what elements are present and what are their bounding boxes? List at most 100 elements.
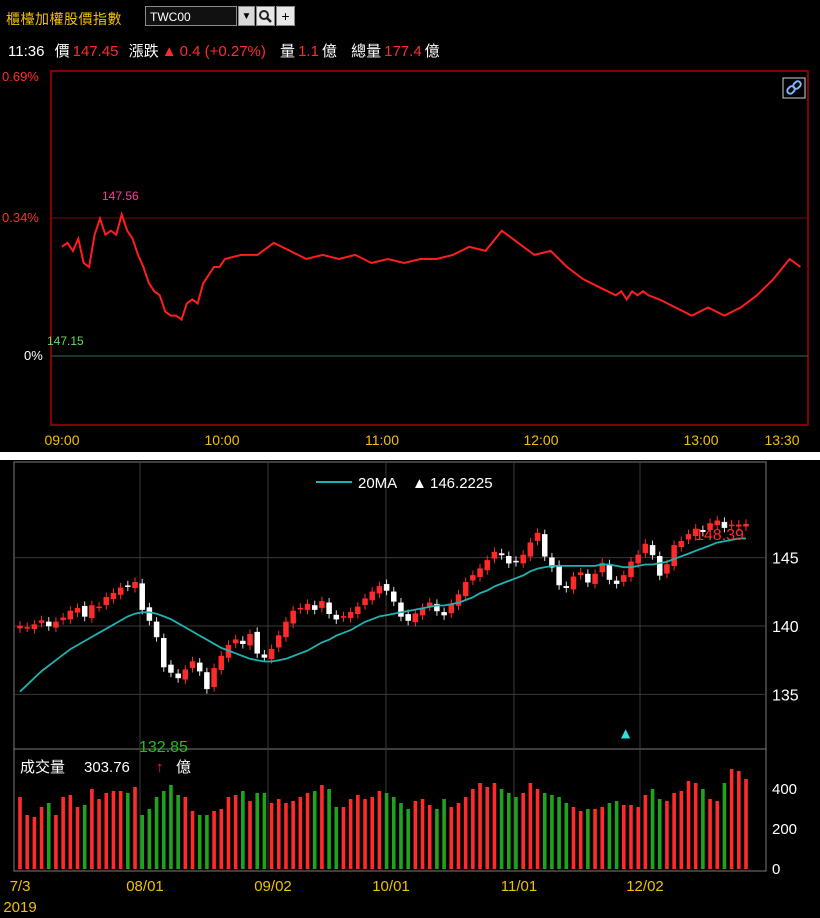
candle-body [484,560,490,571]
candle-body [563,586,570,588]
volume-caption-arrow: ↑ [156,759,164,776]
candle-body [391,591,397,602]
volume-bar [528,783,533,869]
candle-body [743,523,749,527]
intraday-price-line [61,211,801,322]
candle-body [168,664,174,673]
x-tick-1000: 10:00 [204,432,239,448]
candle-body [513,560,519,563]
candle-body [297,607,304,610]
candle-body [635,554,641,564]
candle-body [96,606,102,609]
candle-body [585,573,591,583]
candle-body [268,648,275,660]
candle-body [333,614,340,620]
legend-ma-label: 20MA [358,475,397,492]
candle-body [276,635,282,648]
volume-bar [729,769,734,869]
volume-bar [140,815,144,869]
volume-caption-label: 成交量 [20,758,65,776]
volume-bar [557,797,561,869]
y-tick-mid: 0.34% [2,210,39,225]
candle-body [520,554,526,564]
date-tick-0801: 08/01 [126,878,164,895]
volume-bar [715,801,720,869]
candle-body [31,624,38,629]
volume-bar [571,807,576,869]
volume-bar [68,795,73,869]
candle-body [326,602,332,614]
date-axis: 7/3 08/01 09/02 10/01 11/01 12/02 2019 [3,878,663,916]
candle-body [311,605,318,610]
volume-bar [370,797,375,869]
candle-body [577,572,584,575]
candle-body [398,602,404,617]
candle-body [477,568,483,578]
year-label: 2019 [3,899,36,916]
volume-bar [564,803,569,869]
volume-caption-value: 303.76 [84,759,130,776]
volume-bar [607,803,612,869]
candle-body [714,520,720,526]
volume-bar [593,809,597,869]
volume-bar [327,789,331,869]
volume-bar [61,797,65,869]
candle-body [362,598,368,606]
candle-body [642,543,649,554]
candle-body [290,610,296,624]
candle-body [448,603,455,614]
candle-body [261,654,268,658]
candle-body [412,613,419,623]
volume-bar [269,803,274,869]
candle-body [117,587,124,595]
candle-body [218,655,225,670]
price-tick-140: 140 [772,619,799,636]
candle-body [728,524,735,527]
volume-bar [406,809,410,869]
link-button[interactable] [782,77,806,99]
candle-body [441,612,447,616]
volume-bar [154,797,159,869]
volume-bar [499,789,504,869]
volume-caption-unit: 億 [176,759,191,776]
panel-divider [0,452,820,460]
volume-bar [463,797,468,869]
volume-bar [744,779,748,869]
candle-body [60,617,66,621]
candle-body [139,583,145,610]
date-tick-1001: 10/01 [372,878,410,895]
volume-bar [111,791,116,869]
x-tick-1330: 13:30 [764,432,799,448]
date-tick-0902: 09/02 [254,878,292,895]
candle-body [153,621,160,638]
volume-bar [75,807,80,869]
volume-bar [420,799,425,869]
volume-bar [255,793,260,869]
daily-candlestick-chart[interactable]: 20MA ▲ 146.2225 148.39 132.85 ▲ 145 140 … [0,460,820,918]
candle-body [24,627,30,629]
volume-bar [629,805,633,869]
volume-bar [104,793,109,869]
candle-body [534,532,541,541]
volume-bar [399,803,403,869]
volume-bar [169,785,173,869]
volume-bar [492,783,497,869]
candle-body [125,585,131,587]
candle-body [161,638,167,668]
intraday-chart[interactable]: 0.69% 0.34% 0% 09:00 10:00 11:00 12:00 1… [0,0,820,452]
volume-bar [262,793,267,869]
candle-body [649,545,656,556]
volume-tick-400: 400 [772,781,797,798]
price-axis: 145 140 135 [772,551,799,705]
volume-bar [542,793,547,869]
volume-bar [205,815,209,869]
volume-tick-200: 200 [772,821,797,838]
candle-body [103,597,110,606]
date-tick-0703: 7/3 [10,878,31,895]
volume-bar [672,793,676,869]
volume-bar [578,811,583,869]
candle-body [175,673,181,679]
candle-body [240,640,246,645]
volume-bar [737,771,741,869]
legend-arrow: ▲ [412,475,427,492]
